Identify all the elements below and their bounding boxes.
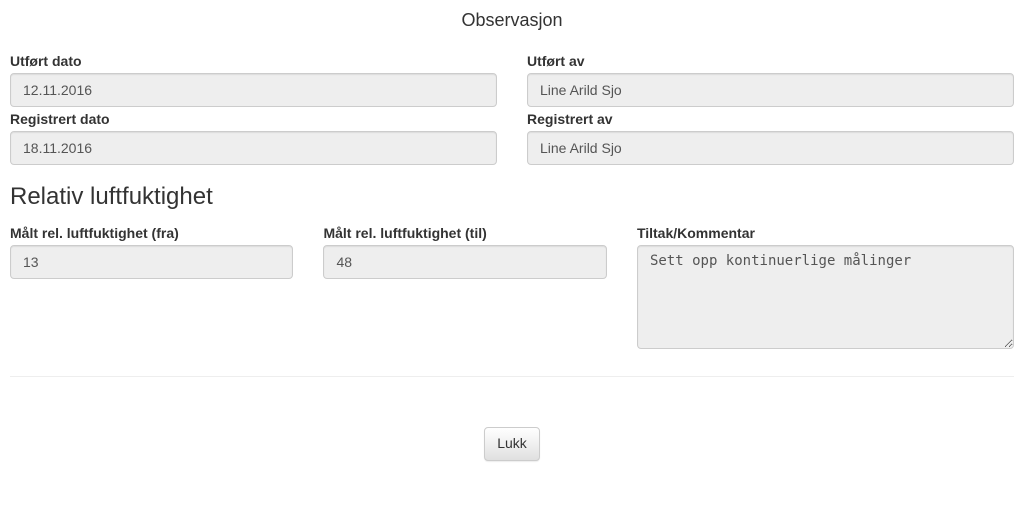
humidity-to-input — [323, 245, 606, 279]
humidity-from-group: Målt rel. luftfuktighet (fra) — [10, 225, 293, 279]
comment-label: Tiltak/Kommentar — [637, 225, 1014, 241]
comment-group: Tiltak/Kommentar — [637, 225, 1014, 352]
performed-date-group: Utført dato — [10, 53, 497, 107]
performed-by-label: Utført av — [527, 53, 1014, 69]
performed-date-label: Utført dato — [10, 53, 497, 69]
close-button[interactable]: Lukk — [484, 427, 540, 461]
humidity-row: Målt rel. luftfuktighet (fra) Målt rel. … — [10, 225, 1014, 352]
page-title: Observasjon — [10, 10, 1014, 31]
performed-date-input — [10, 73, 497, 107]
humidity-to-label: Målt rel. luftfuktighet (til) — [323, 225, 606, 241]
humidity-from-label: Målt rel. luftfuktighet (fra) — [10, 225, 293, 241]
performed-by-group: Utført av — [527, 53, 1014, 107]
divider — [10, 376, 1014, 377]
comment-textarea — [637, 245, 1014, 349]
registered-date-label: Registrert dato — [10, 111, 497, 127]
section-title: Relativ luftfuktighet — [10, 183, 1014, 211]
humidity-to-group: Målt rel. luftfuktighet (til) — [323, 225, 606, 279]
header-row-2: Registrert dato Registrert av — [10, 111, 1014, 165]
registered-date-input — [10, 131, 497, 165]
registered-by-input — [527, 131, 1014, 165]
footer-actions: Lukk — [10, 427, 1014, 461]
observation-panel: Observasjon Utført dato Utført av Regist… — [10, 10, 1014, 461]
humidity-from-input — [10, 245, 293, 279]
registered-by-label: Registrert av — [527, 111, 1014, 127]
registered-date-group: Registrert dato — [10, 111, 497, 165]
performed-by-input — [527, 73, 1014, 107]
header-row-1: Utført dato Utført av — [10, 53, 1014, 107]
registered-by-group: Registrert av — [527, 111, 1014, 165]
